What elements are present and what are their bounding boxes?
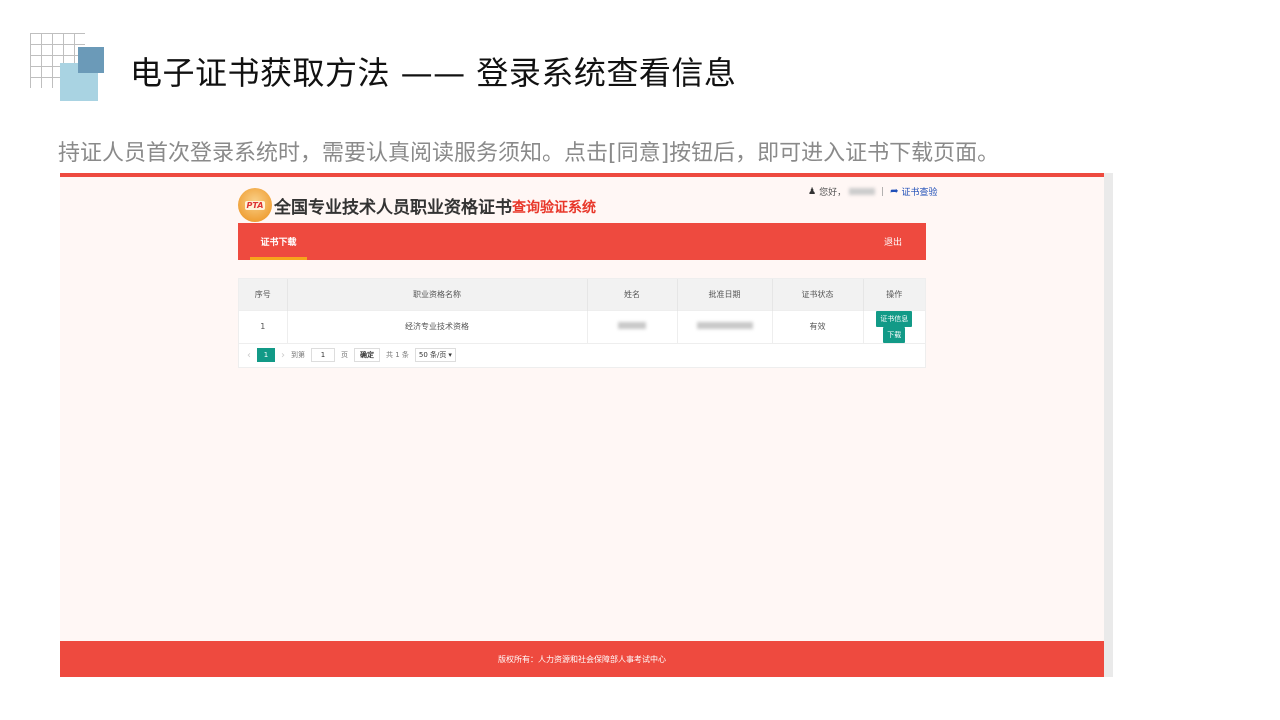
dark-blue-square	[78, 47, 104, 73]
table-header-row: 序号 职业资格名称 姓名 批准日期 证书状态 操作	[239, 279, 925, 310]
goto-label: 到第	[291, 351, 305, 359]
system-name-highlight: 查询验证系统	[512, 199, 596, 216]
slide-title: 电子证书获取方法 —— 登录系统查看信息	[130, 54, 737, 92]
page-size-select[interactable]: 50 条/页 ▾	[414, 348, 456, 362]
system-name: 全国专业技术人员职业资格证书	[274, 197, 512, 218]
col-header-status: 证书状态	[772, 279, 864, 310]
total-count: 共 1 条	[386, 351, 409, 359]
share-arrow-icon: ➦	[890, 186, 899, 197]
row-name-blurred	[587, 309, 678, 343]
page-size-value: 50 条/页	[418, 351, 447, 359]
copyright-text: 版权所有：人力资源和社会保障部人事考试中心	[498, 654, 666, 664]
row-actions: 证书信息 下载	[863, 309, 925, 343]
slide-description: 持证人员首次登录系统时，需要认真阅读服务须知。点击[同意]按钮后，即可进入证书下…	[58, 141, 1000, 166]
cert-info-button[interactable]: 证书信息	[876, 310, 913, 327]
logout-button[interactable]: 退出	[884, 223, 902, 260]
chevron-right-icon[interactable]: ›	[281, 350, 285, 361]
col-header-actions: 操作	[863, 279, 925, 310]
title-decoration	[30, 33, 105, 101]
chevron-down-icon: ▾	[448, 351, 452, 359]
col-header-qualification: 职业资格名称	[287, 279, 588, 310]
main-nav: 证书下载 退出	[238, 223, 926, 260]
pagination: ‹ 1 › 到第 1 页 确定 共 1 条 50 条/页 ▾	[239, 342, 925, 367]
chevron-left-icon[interactable]: ‹	[247, 350, 251, 361]
logo-text: PTA	[244, 200, 266, 210]
username-blurred	[849, 188, 876, 195]
active-tab-indicator	[250, 257, 307, 260]
table-row: 1 经济专业技术资格 有效 证书信息 下载	[239, 309, 925, 343]
separator: |	[881, 186, 885, 197]
user-icon: ♟	[808, 186, 817, 197]
row-status: 有效	[772, 309, 864, 343]
footer: 版权所有：人力资源和社会保障部人事考试中心	[60, 641, 1104, 677]
goto-ok-button[interactable]: 确定	[354, 348, 380, 362]
goto-page-input[interactable]: 1	[311, 348, 335, 362]
system-screenshot: PTA 全国专业技术人员职业资格证书 查询验证系统 ♟ 您好， | ➦ 证书查验…	[60, 173, 1113, 677]
row-date-blurred	[677, 309, 773, 343]
user-bar: ♟ 您好， | ➦ 证书查验	[808, 185, 938, 198]
page-unit-label: 页	[341, 351, 348, 359]
certificate-table: 序号 职业资格名称 姓名 批准日期 证书状态 操作 1 经济专业技术资格 有效 …	[238, 278, 926, 368]
greeting-text: 您好，	[819, 188, 847, 198]
col-header-index: 序号	[239, 279, 288, 310]
scrollbar[interactable]	[1104, 173, 1113, 677]
col-header-date: 批准日期	[677, 279, 773, 310]
col-header-name: 姓名	[587, 279, 678, 310]
pta-logo-icon: PTA	[238, 188, 272, 222]
row-index: 1	[239, 309, 288, 343]
row-qualification: 经济专业技术资格	[287, 309, 588, 343]
download-button[interactable]: 下载	[883, 326, 906, 343]
cert-verify-link[interactable]: 证书查验	[902, 185, 938, 198]
top-accent-line	[60, 173, 1104, 177]
tab-cert-download[interactable]: 证书下载	[250, 223, 307, 260]
system-logo-area[interactable]: PTA 全国专业技术人员职业资格证书 查询验证系统	[238, 187, 596, 223]
current-page-button[interactable]: 1	[257, 348, 275, 362]
